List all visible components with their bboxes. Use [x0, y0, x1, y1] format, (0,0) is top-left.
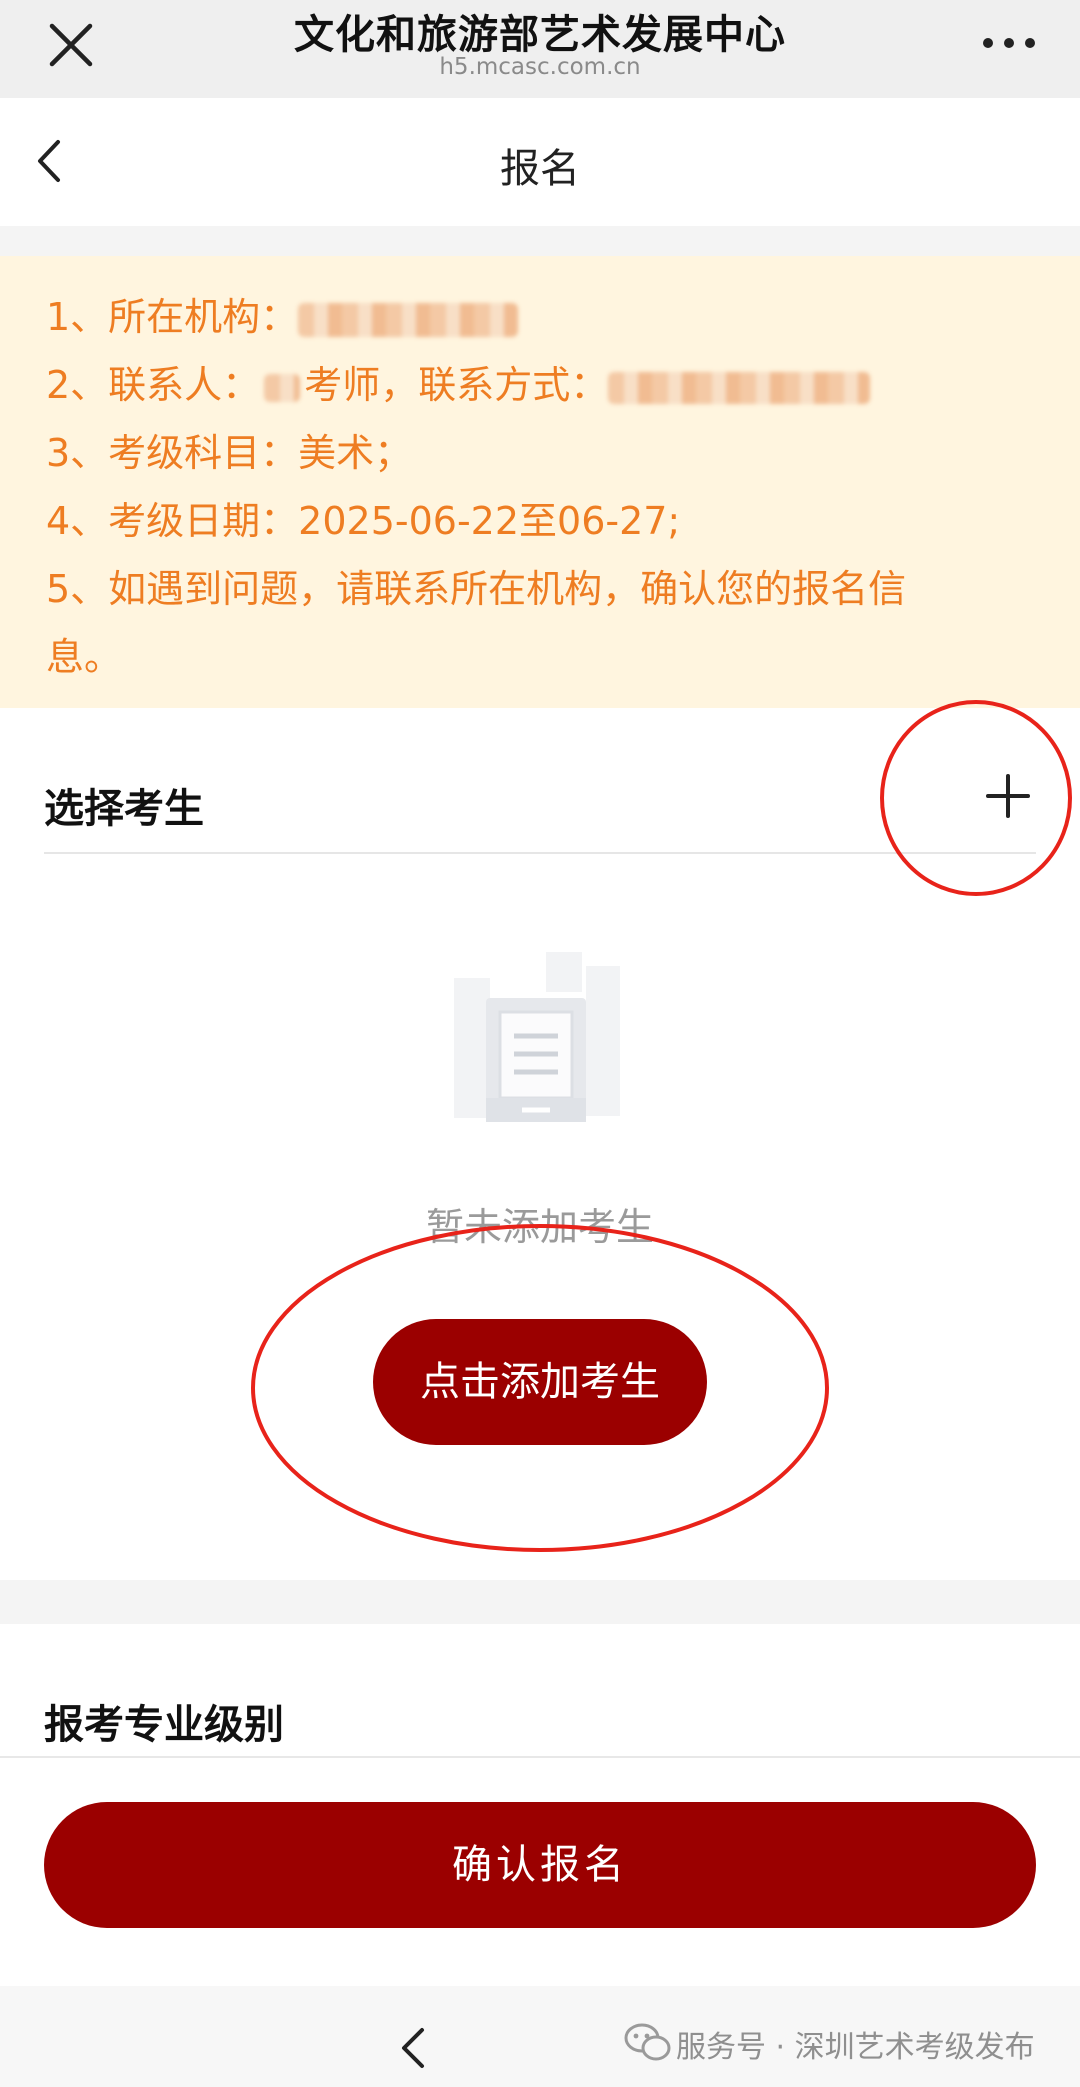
redacted-contact-name	[264, 373, 301, 402]
more-icon[interactable]	[982, 28, 1036, 58]
notice-line-2: 2、联系人： 考师，联系方式：	[46, 354, 871, 409]
watermark-text: 服务号 · 深圳艺术考级发布	[676, 2030, 1035, 2065]
empty-state-text: 暂未添加考生	[425, 1205, 654, 1249]
notice-line-5: 5、如遇到问题，请联系所在机构，确认您的报名信	[46, 567, 907, 611]
notice-line-1: 1、所在机构：	[46, 286, 519, 341]
notice-panel: 1、所在机构： 2、联系人： 考师，联系方式： 3、考级科目：美术； 4、考级日期…	[0, 256, 1080, 708]
notice-text: 1、所在机构：	[46, 295, 299, 339]
confirm-registration-button[interactable]: 确认报名	[44, 1802, 1036, 1928]
page-nav-bar: 报名	[0, 98, 1080, 226]
add-candidate-button[interactable]: 点击添加考生	[373, 1319, 707, 1445]
notice-line-3: 3、考级科目：美术；	[46, 431, 413, 475]
empty-document-icon	[454, 952, 620, 1122]
plus-icon[interactable]	[984, 772, 1032, 820]
section-gap	[0, 226, 1080, 256]
redacted-institution	[298, 302, 519, 337]
site-title: 文化和旅游部艺术发展中心	[294, 12, 786, 58]
divider	[44, 852, 1036, 854]
notice-line-4: 4、考级日期：2025-06-22至06-27;	[46, 499, 681, 543]
annotation-circle-plus	[880, 700, 1072, 896]
divider	[0, 1756, 1080, 1758]
wechat-icon	[624, 2023, 671, 2061]
exam-level-title: 报考专业级别	[44, 1702, 284, 1748]
select-candidate-title: 选择考生	[44, 786, 204, 832]
browser-top-bar: 文化和旅游部艺术发展中心 h5.mcasc.com.cn	[0, 0, 1080, 98]
site-url: h5.mcasc.com.cn	[439, 54, 641, 80]
notice-line-6: 息。	[46, 635, 123, 679]
back-arrow-icon[interactable]	[398, 2026, 428, 2070]
notice-text: 2、联系人：	[46, 363, 261, 407]
notice-text: 考师，联系方式：	[304, 363, 609, 407]
redacted-phone	[608, 371, 871, 404]
page-title: 报名	[500, 146, 580, 192]
section-gap	[0, 1580, 1080, 1624]
